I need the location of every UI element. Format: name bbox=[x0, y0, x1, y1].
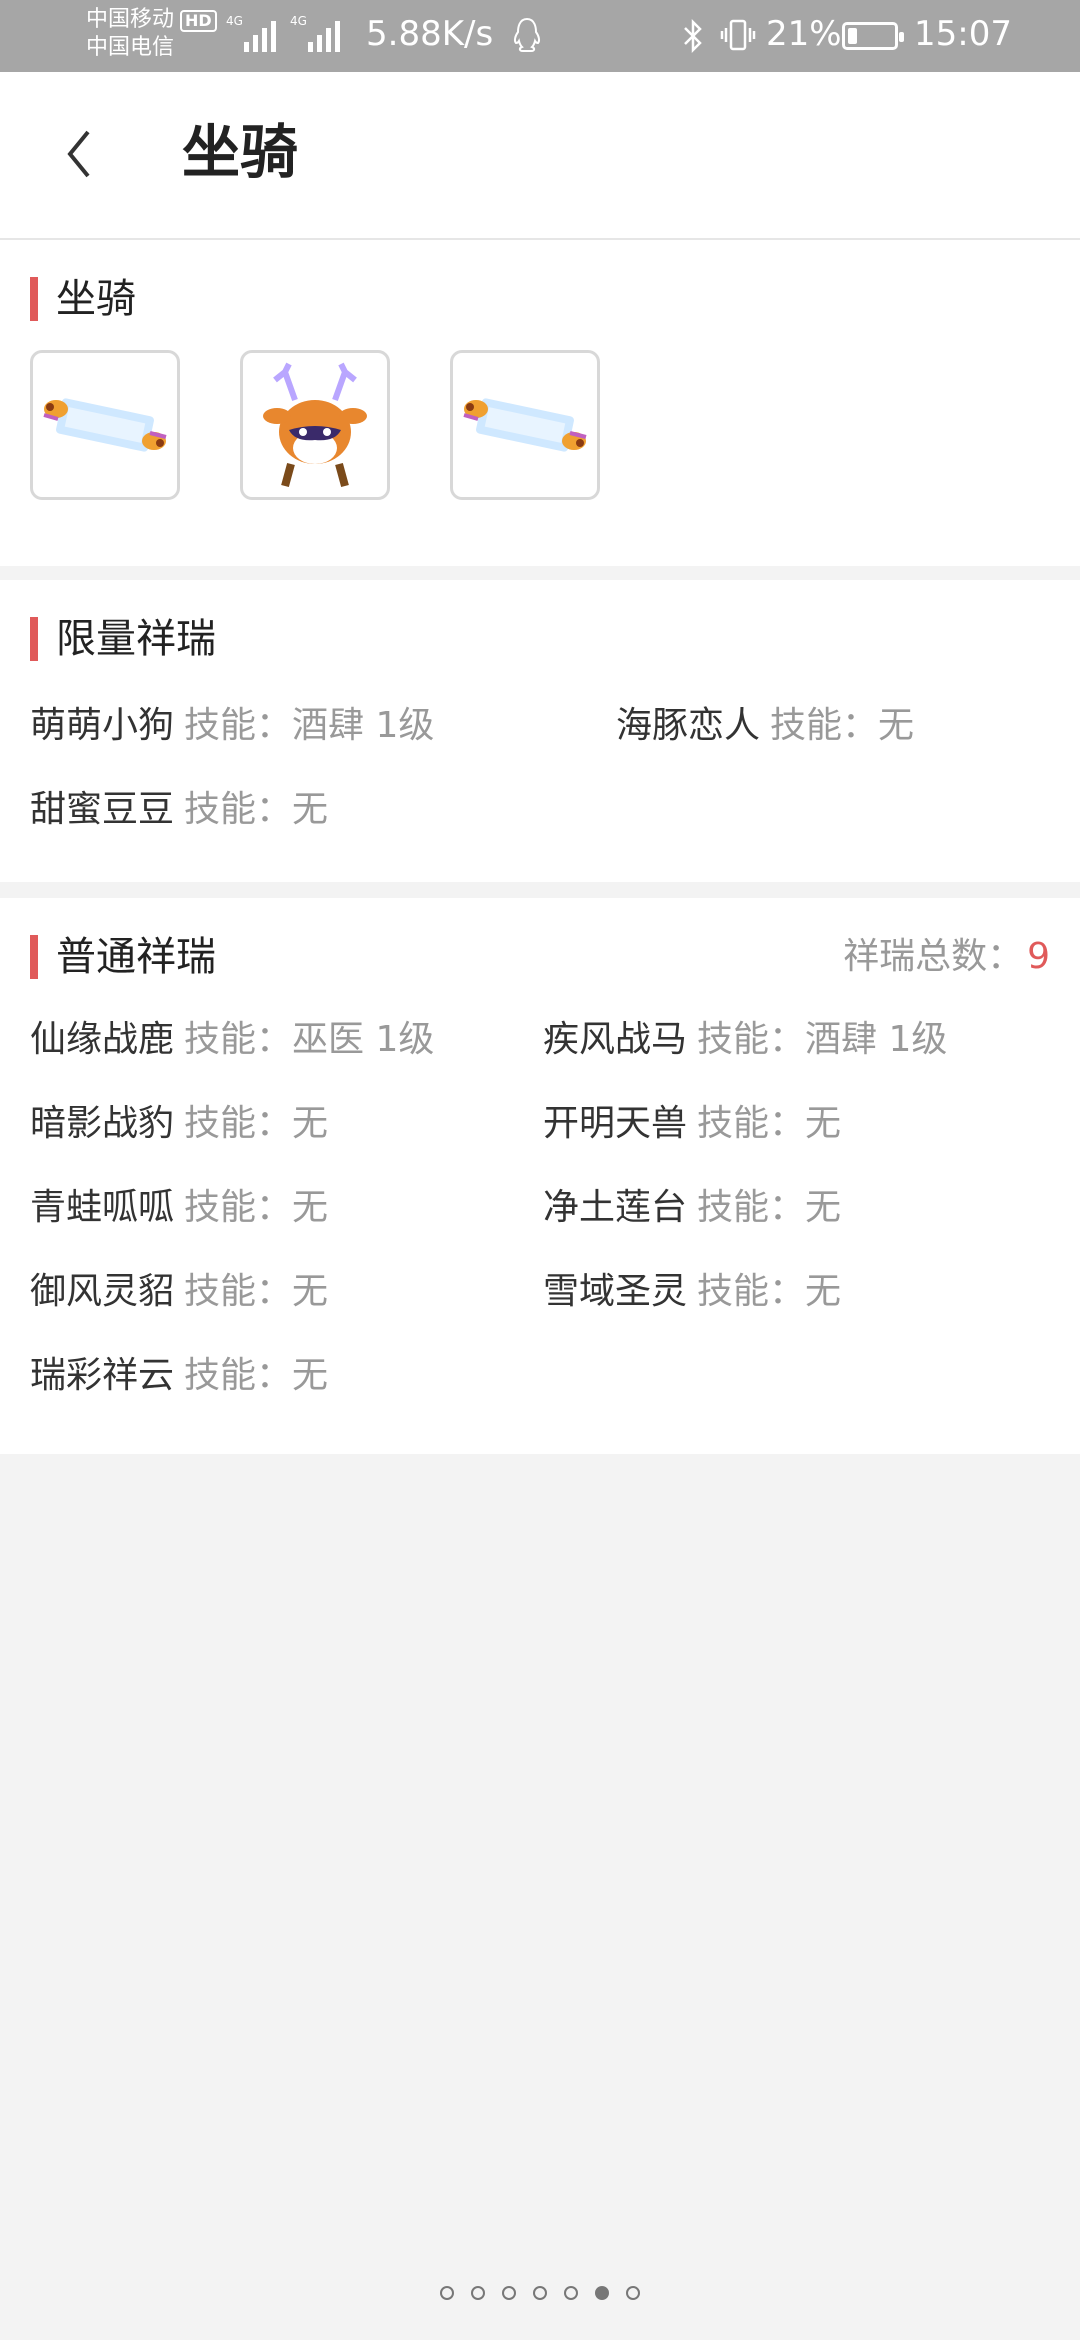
signal-icon: 4G bbox=[226, 14, 276, 52]
back-arrow-icon[interactable] bbox=[60, 124, 100, 184]
page-dot[interactable] bbox=[471, 2286, 485, 2300]
limited-entry: 甜蜜豆豆 技能：无 bbox=[30, 789, 329, 830]
mount-card: 坐骑 bbox=[0, 240, 1080, 566]
page-dot[interactable] bbox=[564, 2286, 578, 2300]
page-dot[interactable] bbox=[502, 2286, 516, 2300]
bluetooth-icon bbox=[684, 18, 702, 54]
deer-icon bbox=[263, 362, 367, 488]
section-accent-bar bbox=[30, 935, 38, 979]
battery-level bbox=[848, 28, 857, 44]
section-title: 坐骑 bbox=[56, 276, 136, 322]
scroll-icon bbox=[43, 398, 167, 452]
status-bar: 中国移动 中国电信 HD 4G 4G 5.88K/s 21% 15:07 bbox=[0, 0, 1080, 72]
limited-entry: 萌萌小狗 技能：酒肆 1级 bbox=[30, 705, 435, 746]
mount-list bbox=[30, 350, 600, 500]
total-count: 祥瑞总数： 9 bbox=[843, 934, 1050, 980]
normal-entry: 瑞彩祥云 技能：无 bbox=[30, 1355, 329, 1396]
normal-entry: 御风灵貂 技能：无 bbox=[30, 1271, 329, 1312]
network-speed: 5.88K/s bbox=[366, 14, 494, 54]
limited-entry: 海豚恋人 技能：无 bbox=[616, 705, 915, 746]
mount-item[interactable] bbox=[240, 350, 390, 500]
page-dot[interactable] bbox=[595, 2286, 609, 2300]
page-dot[interactable] bbox=[533, 2286, 547, 2300]
clock: 15:07 bbox=[914, 14, 1012, 54]
normal-entry: 雪域圣灵 技能：无 bbox=[543, 1271, 842, 1312]
carrier-1: 中国移动 bbox=[86, 7, 175, 32]
total-count-value: 9 bbox=[1027, 936, 1050, 977]
limited-card: 限量祥瑞 萌萌小狗 技能：酒肆 1级 海豚恋人 技能：无 甜蜜豆豆 技能：无 bbox=[0, 580, 1080, 882]
mount-section-header: 坐骑 bbox=[30, 276, 136, 322]
signal-icon-2: 4G bbox=[290, 14, 340, 52]
hd-badge: HD bbox=[180, 10, 217, 32]
vibrate-icon bbox=[720, 19, 756, 51]
page-indicator bbox=[0, 2286, 1080, 2300]
page-dot[interactable] bbox=[626, 2286, 640, 2300]
total-count-label: 祥瑞总数： bbox=[843, 936, 1024, 977]
carrier-2: 中国电信 bbox=[86, 35, 175, 60]
carrier-labels: 中国移动 中国电信 bbox=[86, 6, 174, 62]
battery-icon bbox=[842, 22, 904, 50]
battery-percent: 21% bbox=[766, 14, 842, 54]
app-header: 坐骑 bbox=[0, 72, 1080, 240]
section-accent-bar bbox=[30, 617, 38, 661]
qq-icon bbox=[513, 17, 541, 52]
section-title: 普通祥瑞 bbox=[56, 934, 216, 980]
limited-section-header: 限量祥瑞 bbox=[30, 616, 216, 662]
normal-entry: 疾风战马 技能：酒肆 1级 bbox=[543, 1019, 948, 1060]
normal-entry: 净土莲台 技能：无 bbox=[543, 1187, 842, 1228]
scroll-icon bbox=[463, 398, 587, 452]
normal-card: 普通祥瑞 祥瑞总数： 9 仙缘战鹿 技能：巫医 1级 疾风战马 技能：酒肆 1级 暗影… bbox=[0, 898, 1080, 1454]
normal-entry: 仙缘战鹿 技能：巫医 1级 bbox=[30, 1019, 435, 1060]
page-dot[interactable] bbox=[440, 2286, 454, 2300]
normal-section-header: 普通祥瑞 bbox=[30, 934, 216, 980]
normal-entry: 开明天兽 技能：无 bbox=[543, 1103, 842, 1144]
page-title: 坐骑 bbox=[182, 118, 299, 186]
section-accent-bar bbox=[30, 277, 38, 321]
section-title: 限量祥瑞 bbox=[56, 616, 216, 662]
normal-entry: 暗影战豹 技能：无 bbox=[30, 1103, 329, 1144]
mount-item[interactable] bbox=[30, 350, 180, 500]
normal-entry: 青蛙呱呱 技能：无 bbox=[30, 1187, 329, 1228]
mount-item[interactable] bbox=[450, 350, 600, 500]
